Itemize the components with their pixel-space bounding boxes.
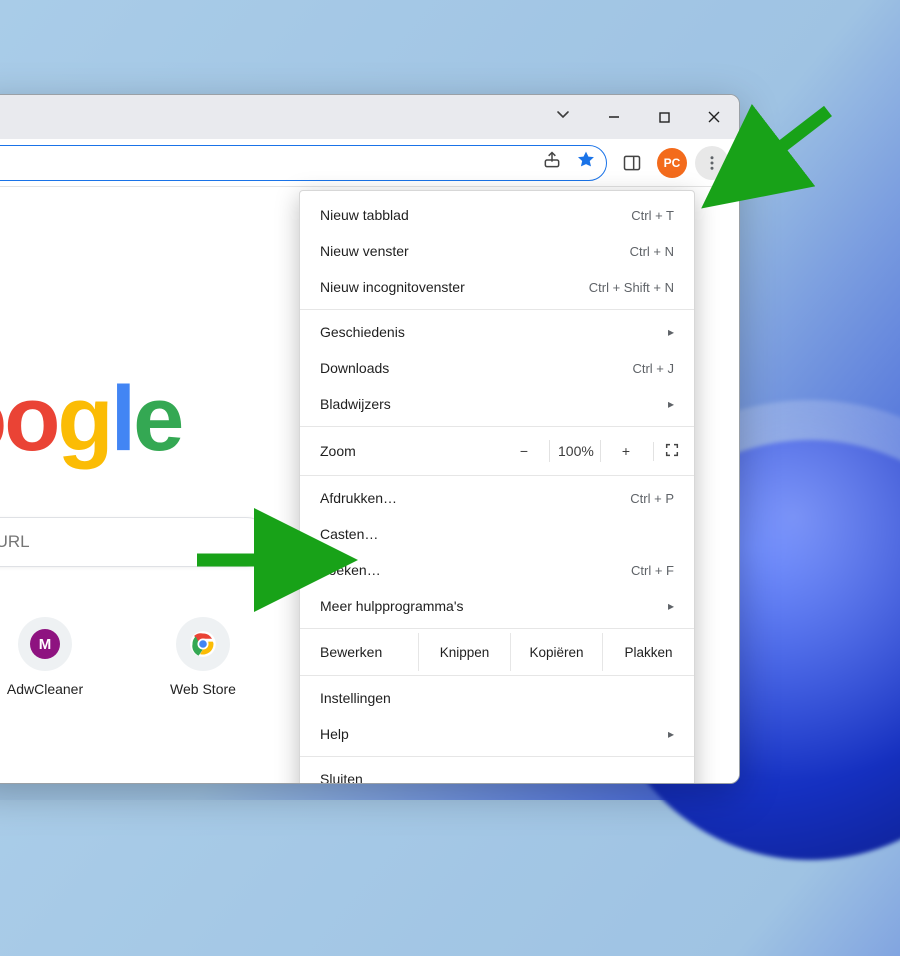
menu-new-incognito[interactable]: Nieuw incognitovenster Ctrl + Shift + N: [300, 269, 694, 305]
google-logo: oogle: [0, 367, 181, 472]
menu-exit[interactable]: Sluiten: [300, 761, 694, 784]
shortcut-adwcleaner[interactable]: M AdwCleaner: [0, 617, 95, 697]
menu-print[interactable]: Afdrukken… Ctrl + P: [300, 480, 694, 516]
window-close-button[interactable]: [689, 95, 739, 139]
edit-cut-button[interactable]: Knippen: [418, 633, 510, 671]
menu-zoom: Zoom − 100% +: [300, 431, 694, 471]
menu-more-tools[interactable]: Meer hulpprogramma's ▸: [300, 588, 694, 624]
toolbar: PC: [0, 139, 739, 187]
menu-new-tab[interactable]: Nieuw tabblad Ctrl + T: [300, 197, 694, 233]
search-placeholder: en URL: [0, 532, 30, 552]
chevron-right-icon: ▸: [668, 727, 674, 741]
menu-settings[interactable]: Instellingen: [300, 680, 694, 716]
menu-separator: [300, 426, 694, 427]
chevron-right-icon: ▸: [668, 599, 674, 613]
share-icon[interactable]: [542, 150, 562, 175]
zoom-level: 100%: [558, 443, 592, 459]
edit-paste-button[interactable]: Plakken: [602, 633, 694, 671]
profile-initials: PC: [664, 156, 681, 170]
main-menu-button[interactable]: [695, 146, 729, 180]
zoom-in-button[interactable]: +: [609, 443, 643, 459]
edit-copy-button[interactable]: Kopiëren: [510, 633, 602, 671]
menu-separator: [300, 475, 694, 476]
shortcut-label: Web Store: [170, 681, 236, 697]
menu-cast[interactable]: Casten…: [300, 516, 694, 552]
main-menu: Nieuw tabblad Ctrl + T Nieuw venster Ctr…: [299, 190, 695, 784]
menu-separator: [300, 756, 694, 757]
menu-find[interactable]: Zoeken… Ctrl + F: [300, 552, 694, 588]
window-maximize-button[interactable]: [639, 95, 689, 139]
chrome-window: PC oogle en URL M AdwCleaner: [0, 94, 740, 784]
shortcut-webstore[interactable]: Web Store: [153, 617, 253, 697]
profile-avatar[interactable]: PC: [657, 148, 687, 178]
menu-separator: [300, 675, 694, 676]
titlebar: [0, 95, 739, 139]
zoom-out-button[interactable]: −: [507, 443, 541, 459]
search-input[interactable]: en URL: [0, 517, 271, 567]
bookmark-star-icon[interactable]: [576, 150, 596, 175]
menu-separator: [300, 309, 694, 310]
menu-downloads[interactable]: Downloads Ctrl + J: [300, 350, 694, 386]
menu-history[interactable]: Geschiedenis ▸: [300, 314, 694, 350]
side-panel-icon[interactable]: [615, 146, 649, 180]
menu-new-window[interactable]: Nieuw venster Ctrl + N: [300, 233, 694, 269]
omnibox[interactable]: [0, 145, 607, 181]
shortcut-label: AdwCleaner: [7, 681, 83, 697]
fullscreen-icon[interactable]: [653, 442, 680, 461]
chevron-right-icon: ▸: [668, 397, 674, 411]
tabs-overflow-chevron[interactable]: [555, 107, 571, 128]
menu-bookmarks[interactable]: Bladwijzers ▸: [300, 386, 694, 422]
chrome-icon: [176, 617, 230, 671]
menu-help[interactable]: Help ▸: [300, 716, 694, 752]
menu-separator: [300, 628, 694, 629]
shortcut-tile-icon: M: [18, 617, 72, 671]
annotation-arrow-menu-button: [748, 106, 848, 191]
chevron-right-icon: ▸: [668, 325, 674, 339]
window-minimize-button[interactable]: [589, 95, 639, 139]
menu-edit-row: Bewerken Knippen Kopiëren Plakken: [300, 633, 694, 671]
